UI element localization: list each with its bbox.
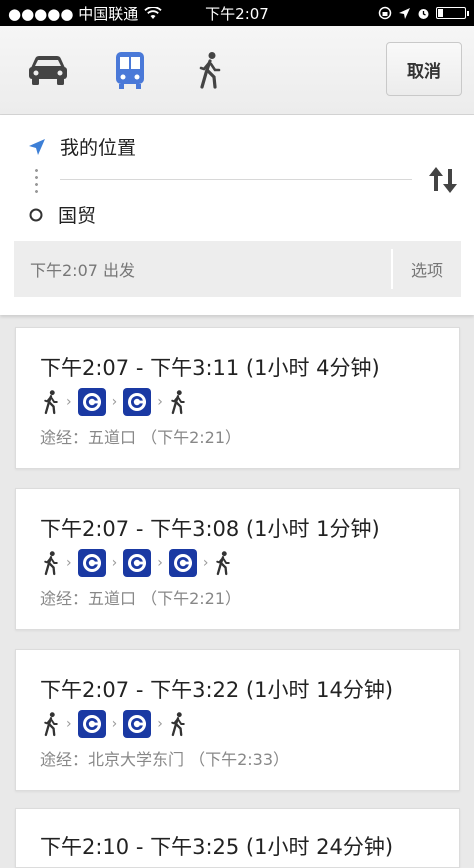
chevron-right-icon: ›	[66, 716, 72, 732]
walk-icon	[171, 712, 185, 737]
wifi-icon	[144, 6, 162, 19]
route-via: 途经：五道口 （下午2:21）	[40, 589, 242, 608]
depart-time-button[interactable]: 下午2:07 出发	[14, 257, 391, 281]
rotation-lock-icon	[378, 6, 392, 20]
bus-icon	[116, 52, 144, 89]
route-steps: › › › ›	[42, 549, 232, 577]
origin-text: 我的位置	[60, 137, 137, 159]
route-card-partial[interactable]: 下午2:10 - 下午3:25 (1小时 24分钟)	[15, 808, 460, 868]
route-card[interactable]: 下午2:07 - 下午3:08 (1小时 1分钟) › › › › 途经：五道口 （下午2…	[15, 488, 460, 630]
chevron-right-icon: ›	[111, 716, 118, 732]
subway-icon	[168, 549, 197, 577]
battery-icon	[436, 7, 469, 19]
chevron-right-icon: ›	[66, 555, 72, 571]
chevron-right-icon: ›	[66, 394, 72, 410]
options-button[interactable]: 选项	[393, 257, 461, 281]
chevron-right-icon: ›	[202, 555, 209, 571]
route-time: 下午2:07 - 下午3:08 (1小时 1分钟)	[40, 517, 380, 541]
route-time: 下午2:07 - 下午3:22 (1小时 14分钟)	[40, 678, 394, 702]
origin-field[interactable]: 我的位置	[28, 133, 136, 160]
walk-icon	[199, 52, 221, 89]
route-time: 下午2:07 - 下午3:11 (1小时 4分钟)	[40, 356, 380, 380]
transport-mode-bar: 取消	[0, 26, 474, 115]
alarm-icon	[418, 8, 429, 19]
route-via: 途经：北京大学东门 （下午2:33）	[40, 750, 290, 769]
route-card[interactable]: 下午2:07 - 下午3:11 (1小时 4分钟) › › › 途经：五道口 （下午2:…	[15, 327, 460, 469]
subway-icon	[77, 710, 106, 738]
walk-icon	[171, 390, 185, 415]
mode-transit[interactable]	[108, 48, 152, 92]
destination-text: 国贸	[58, 205, 97, 227]
chevron-right-icon: ›	[111, 555, 118, 571]
subway-icon	[77, 549, 106, 577]
mode-driving[interactable]	[26, 48, 70, 92]
walk-icon	[44, 390, 58, 415]
cancel-button[interactable]: 取消	[386, 42, 462, 96]
subway-icon	[123, 388, 152, 416]
route-steps: › › ›	[42, 388, 187, 416]
mode-walking[interactable]	[188, 48, 232, 92]
chevron-right-icon: ›	[157, 394, 163, 410]
route-dots	[35, 167, 38, 195]
location-arrow-icon	[399, 7, 410, 19]
walk-icon	[44, 551, 58, 576]
route-input-panel: 我的位置 国贸 下午2:07 出发 选项	[0, 115, 474, 315]
destination-circle-icon	[29, 208, 43, 221]
subway-icon	[77, 388, 106, 416]
subway-icon	[123, 710, 152, 738]
route-card[interactable]: 下午2:07 - 下午3:22 (1小时 14分钟) › › › 途经：北京大学东门 （…	[15, 649, 460, 791]
location-arrow-icon	[29, 138, 45, 155]
route-steps: › › ›	[42, 710, 187, 738]
swap-arrows-icon[interactable]	[426, 163, 460, 197]
route-via: 途经：五道口 （下午2:21）	[40, 428, 242, 447]
status-bar: ●●●●● 中国联通 下午2:07	[0, 0, 474, 26]
walk-icon	[216, 551, 231, 576]
carrier-label: ●●●●● 中国联通	[8, 4, 139, 23]
route-time: 下午2:10 - 下午3:25 (1小时 24分钟)	[40, 835, 394, 859]
depart-time-bar: 下午2:07 出发 选项	[14, 241, 461, 297]
chevron-right-icon: ›	[157, 555, 163, 571]
chevron-right-icon: ›	[111, 394, 118, 410]
subway-icon	[123, 549, 152, 577]
walk-icon	[44, 712, 58, 737]
car-icon	[29, 56, 67, 85]
destination-field[interactable]: 国贸	[28, 201, 96, 228]
chevron-right-icon: ›	[157, 716, 163, 732]
field-divider	[60, 179, 412, 180]
